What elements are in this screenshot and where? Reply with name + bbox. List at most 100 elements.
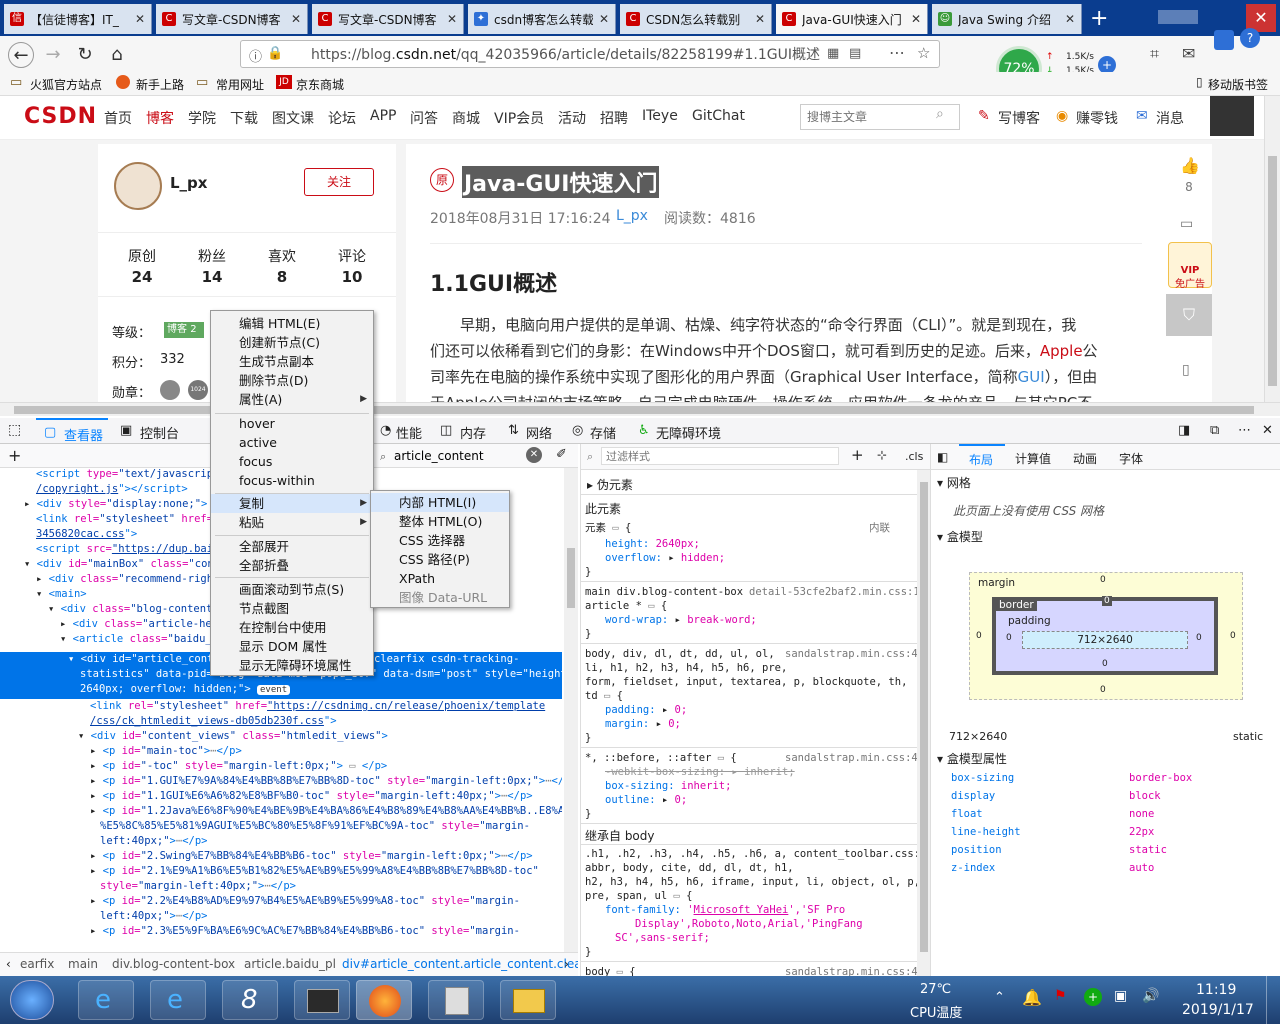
bookmark-item[interactable]: 新手上路 <box>136 76 184 93</box>
menu-hover[interactable]: hover <box>211 414 275 433</box>
nav-app[interactable]: APP <box>370 108 396 124</box>
tree-node[interactable]: 3456820cac.css"> <box>36 528 137 540</box>
nav-home[interactable]: 首页 <box>104 108 132 128</box>
browser-tab[interactable]: ☺ Java Swing 介绍 ✕ <box>932 4 1082 34</box>
close-tab-icon[interactable]: ✕ <box>1065 12 1075 26</box>
qr-icon[interactable]: ▦ <box>827 46 839 61</box>
menu-delete-node[interactable]: 删除节点(D) <box>211 371 308 390</box>
tree-node[interactable]: ▸ <p id="1.2Java%E6%8F%90%E4%BE%9B%E4%BA… <box>90 805 562 817</box>
report-icon[interactable]: ⛉ <box>1166 294 1212 336</box>
app-taskbar-icon[interactable]: 8 <box>222 980 278 1020</box>
tab-memory[interactable]: 内存 <box>460 423 486 442</box>
crop-icon[interactable]: ⌗ <box>1150 44 1159 64</box>
tab-computed[interactable]: 计算值 <box>1015 450 1051 467</box>
menu-screenshot-node[interactable]: 节点截图 <box>211 599 289 618</box>
sidebar-toggle-icon[interactable]: ◧ <box>937 450 948 464</box>
submenu-xpath[interactable]: XPath <box>371 569 435 588</box>
devtools-menu-icon[interactable]: ⋯ <box>1238 423 1251 438</box>
pick-element-icon[interactable]: ⬚ <box>8 422 21 438</box>
explorer-taskbar-icon[interactable] <box>500 980 556 1020</box>
tab-performance[interactable]: 性能 <box>396 423 422 442</box>
tree-node[interactable]: ▸ <p id="1.1GUI%E6%A6%82%E8%BF%B0-toc" s… <box>90 790 533 802</box>
follow-button[interactable]: 关注 <box>304 168 374 196</box>
nav-blog[interactable]: 博客 <box>146 108 174 128</box>
page-h-scrollbar[interactable] <box>0 402 1280 416</box>
tab-inspector[interactable]: ▢ 查看器 <box>36 418 108 444</box>
chat-icon[interactable]: ✉ <box>1182 44 1195 63</box>
close-tab-icon[interactable]: ✕ <box>447 12 457 26</box>
add-node-icon[interactable]: + <box>8 446 21 465</box>
nav-download[interactable]: 下载 <box>230 108 258 128</box>
box-props-section[interactable]: ▾ 盒模型属性 <box>937 750 1007 767</box>
clock-time[interactable]: 11:19 <box>1196 982 1236 998</box>
browser-tab-active[interactable]: C Java-GUI快速入门 ✕ <box>776 4 928 34</box>
breadcrumb-item[interactable]: main <box>68 957 98 971</box>
chevron-left-icon[interactable]: ‹ <box>6 957 11 971</box>
breadcrumb-item[interactable]: div.blog-content-box <box>112 957 235 971</box>
grid-section[interactable]: ▾ 网格 <box>937 474 971 491</box>
url-bar[interactable]: ⓘ 🔒 https://blog.csdn.net/qq_42035966/ar… <box>240 40 940 68</box>
tree-node[interactable]: ▾ <article class="baidu_pl <box>60 633 224 645</box>
menu-scroll-into-view[interactable]: 画面滚动到节点(S) <box>211 580 344 599</box>
tab-accessibility[interactable]: 无障碍环境 <box>656 423 721 442</box>
cls-button[interactable]: .cls <box>905 450 923 463</box>
close-tab-icon[interactable]: ✕ <box>911 12 921 26</box>
vip-badge[interactable]: VIP 免广告 <box>1168 242 1212 290</box>
tree-node-selected[interactable]: 2640px; overflow: hidden;"> event <box>80 683 291 695</box>
tree-node-selected[interactable]: ▾ <div id="article_conte <box>68 653 220 665</box>
tab-fonts[interactable]: 字体 <box>1119 450 1143 467</box>
browser-tab[interactable]: 信【信徒博客】IT_ ✕ <box>4 4 152 34</box>
margin-box[interactable]: margin 0 0 0 0 border padding 0 0 712×26… <box>969 572 1243 700</box>
tab-storage[interactable]: 存储 <box>590 423 616 442</box>
tree-node[interactable]: ▸ <div class="recommend-right <box>36 573 219 585</box>
info-icon[interactable]: ⓘ <box>249 46 262 65</box>
page-scrollbar[interactable] <box>1264 96 1280 402</box>
earn-link[interactable]: 赚零钱 <box>1076 108 1118 128</box>
tree-node[interactable]: ▾ <div id="mainBox" class="cont <box>24 558 220 570</box>
help-icon[interactable]: ? <box>1240 28 1260 48</box>
ie-taskbar-icon[interactable]: e <box>150 980 206 1020</box>
mobile-bookmarks[interactable]: 移动版书签 <box>1208 76 1268 93</box>
nav-academy[interactable]: 学院 <box>188 108 216 128</box>
tree-node[interactable]: %E5%8C%85%E5%81%9AGUI%E5%BC%80%E5%8F%91%… <box>100 820 530 832</box>
extension-icon[interactable] <box>1214 30 1234 50</box>
content-box[interactable]: 712×2640 <box>1022 631 1188 649</box>
tree-node[interactable]: left:40px;">⋯</p> <box>100 835 208 847</box>
forward-icon[interactable]: → <box>40 42 66 68</box>
tree-node[interactable]: ▸ <p id="-toc" style="margin-left:0px;">… <box>90 760 387 772</box>
tree-node[interactable]: style="margin-left:40px;">⋯</p> <box>100 880 296 892</box>
tree-scrollbar[interactable] <box>564 468 578 952</box>
calculator-taskbar-icon[interactable] <box>428 980 484 1020</box>
nav-events[interactable]: 活动 <box>558 108 586 128</box>
more-icon[interactable]: ⋯ <box>889 43 905 62</box>
tree-node[interactable]: ▾ <div class="blog-content-b <box>48 603 225 615</box>
tab-layout[interactable]: 布局 <box>959 444 1005 470</box>
article-author[interactable]: L_px <box>616 208 648 224</box>
bookmark-item[interactable]: 常用网址 <box>216 76 264 93</box>
tray-chevron-icon[interactable]: ⌃ <box>994 990 1005 1005</box>
menu-focus[interactable]: focus <box>211 452 272 471</box>
green-plus-icon[interactable]: + <box>1084 988 1102 1006</box>
nav-course[interactable]: 图文课 <box>272 108 314 128</box>
menu-duplicate-node[interactable]: 生成节点副本 <box>211 352 314 371</box>
tree-node[interactable]: <script type="text/javascript <box>36 468 219 480</box>
start-button[interactable] <box>10 980 54 1020</box>
border-box[interactable]: border padding 0 0 712×2640 0 0 <box>992 596 1218 675</box>
profile-name[interactable]: L_px <box>170 174 207 192</box>
tab-network[interactable]: 网络 <box>526 423 552 442</box>
chevron-right-icon[interactable]: › <box>564 957 569 971</box>
lock-icon[interactable]: 🔒 <box>267 46 283 61</box>
menu-attributes[interactable]: 属性(A) ▶ <box>211 390 373 409</box>
menu-use-in-console[interactable]: 在控制台中使用 <box>211 618 327 637</box>
box-model-section[interactable]: ▾ 盒模型 <box>937 528 983 545</box>
gui-link[interactable]: GUI <box>1018 368 1045 386</box>
ie-taskbar-icon[interactable]: e <box>78 980 134 1020</box>
apple-link[interactable]: Apple <box>1040 342 1083 360</box>
breadcrumb-item[interactable]: earfix <box>20 957 54 971</box>
filter-styles-input[interactable] <box>601 447 839 465</box>
tree-node[interactable]: /copyright.js"></script> <box>36 483 188 495</box>
browser-tab[interactable]: C 写文章-CSDN博客 ✕ <box>156 4 308 34</box>
nav-gitchat[interactable]: GitChat <box>692 108 745 124</box>
dock-icon[interactable]: ◨ <box>1178 423 1190 438</box>
tree-node[interactable]: ▸ <p id="1.GUI%E7%9A%84%E4%BB%8B%E7%BB%8… <box>90 775 562 787</box>
